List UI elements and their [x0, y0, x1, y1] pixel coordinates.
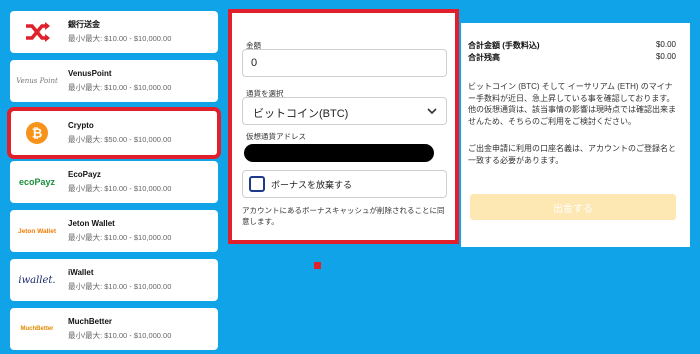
- amount-input[interactable]: 0: [242, 49, 447, 77]
- method-limit: 最小/最大: $10.00 - $10,000.00: [68, 281, 172, 291]
- total-balance-row: 合計残高 $0.00: [468, 52, 676, 63]
- chevron-down-icon: [426, 104, 438, 122]
- address-label: 仮想通貨アドレス: [246, 132, 306, 141]
- muchbetter-logo-text: MuchBetter: [20, 326, 54, 332]
- jeton-logo: Jeton Wallet: [10, 210, 64, 252]
- bonus-note: アカウントにあるボーナスキャッシュが削除されることに同意します。: [242, 206, 445, 226]
- method-limit: 最小/最大: $10.00 - $10,000.00: [68, 330, 172, 340]
- method-name: MuchBetter: [68, 316, 113, 326]
- muchbetter-logo: MuchBetter: [10, 308, 64, 350]
- total-amount-value: $0.00: [655, 40, 676, 49]
- iwallet-logo-text: iwallet.: [18, 274, 56, 286]
- method-limit: 最小/最大: $50.00 - $10,000.00: [68, 134, 172, 144]
- withdraw-button[interactable]: 出金する: [470, 194, 676, 220]
- method-limit: 最小/最大: $10.00 - $10,000.00: [68, 232, 172, 242]
- method-ecopayz[interactable]: ecoPayz EcoPayz 最小/最大: $10.00 - $10,000.…: [10, 161, 218, 203]
- method-name: 銀行送金: [68, 19, 100, 29]
- method-name: Jeton Wallet: [68, 218, 115, 228]
- venuspoint-logo: Venus Point: [10, 60, 64, 102]
- method-muchbetter[interactable]: MuchBetter MuchBetter 最小/最大: $10.00 - $1…: [10, 308, 218, 350]
- summary-panel: 合計金額 (手数料込) $0.00 合計残高 $0.00 ビットコイン (BTC…: [461, 23, 690, 247]
- fee-notice: ビットコイン (BTC) そして イーサリアム (ETH) のマイナー手数料が近…: [468, 82, 676, 126]
- forfeit-bonus-label: ボーナスを放棄する: [271, 179, 353, 190]
- method-name: iWallet: [68, 267, 94, 277]
- method-limit: 最小/最大: $10.00 - $10,000.00: [68, 33, 172, 43]
- crypto-address-input[interactable]: [244, 144, 434, 162]
- iwallet-logo: iwallet.: [10, 259, 64, 301]
- currency-select[interactable]: ビットコイン(BTC): [242, 97, 447, 125]
- jeton-logo-text: Jeton Wallet: [17, 227, 57, 235]
- ecopayz-logo-text: ecoPayz: [18, 177, 56, 187]
- method-name: VenusPoint: [68, 68, 112, 78]
- bank-transfer-icon: [10, 11, 64, 53]
- svg-text:₿: ₿: [32, 126, 43, 141]
- total-amount-row: 合計金額 (手数料込) $0.00: [468, 40, 676, 51]
- method-name: Crypto: [68, 120, 94, 130]
- withdraw-form: 金額 0 通貨を選択 ビットコイン(BTC) 仮想通貨アドレス ボーナスを放棄す…: [228, 9, 459, 244]
- bitcoin-icon: ₿: [10, 112, 64, 154]
- total-balance-label: 合計残高: [468, 53, 500, 62]
- ecopayz-logo: ecoPayz: [10, 161, 64, 203]
- forfeit-bonus-checkbox[interactable]: [249, 176, 265, 192]
- account-name-notice: ご出金申請に利用の口座名義は、アカウントのご登録名と一致する必要があります。: [468, 144, 676, 165]
- venuspoint-logo-text: Venus Point: [16, 77, 58, 85]
- red-marker: [314, 262, 321, 269]
- method-limit: 最小/最大: $10.00 - $10,000.00: [68, 183, 172, 193]
- method-jeton-wallet[interactable]: Jeton Wallet Jeton Wallet 最小/最大: $10.00 …: [10, 210, 218, 252]
- method-name: EcoPayz: [68, 169, 101, 179]
- method-limit: 最小/最大: $10.00 - $10,000.00: [68, 82, 172, 92]
- currency-value: ビットコイン(BTC): [253, 108, 349, 120]
- forfeit-bonus-option[interactable]: ボーナスを放棄する: [242, 170, 447, 198]
- method-bank-transfer[interactable]: 銀行送金 最小/最大: $10.00 - $10,000.00: [10, 11, 218, 53]
- method-crypto[interactable]: ₿ Crypto 最小/最大: $50.00 - $10,000.00: [7, 107, 221, 159]
- total-amount-label: 合計金額 (手数料込): [468, 41, 540, 50]
- method-iwallet[interactable]: iwallet. iWallet 最小/最大: $10.00 - $10,000…: [10, 259, 218, 301]
- total-balance-value: $0.00: [655, 52, 676, 61]
- amount-value: 0: [251, 57, 258, 69]
- method-venuspoint[interactable]: Venus Point VenusPoint 最小/最大: $10.00 - $…: [10, 60, 218, 102]
